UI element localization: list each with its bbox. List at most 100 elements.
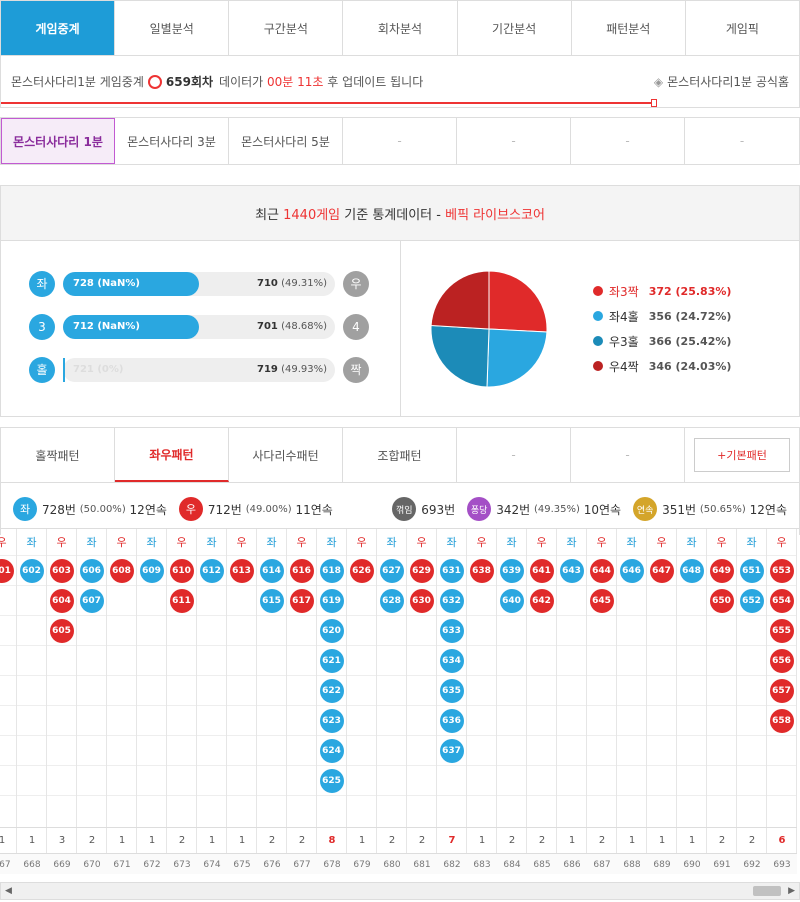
grid-cell <box>227 795 256 825</box>
round-ball: 653 <box>769 558 794 583</box>
grid-cell <box>137 615 166 645</box>
stat-row-left-right: 좌 728 (NaN%) 710 (49.31%) 우 <box>29 269 400 298</box>
tab-game-pick[interactable]: 게임픽 <box>685 1 799 55</box>
pattern-column: 우 616 617 2 677 <box>287 529 317 874</box>
grid-cell <box>287 705 316 735</box>
tab-round-analysis[interactable]: 회차분석 <box>343 1 458 55</box>
grid-cell <box>557 675 586 705</box>
pattern-column: 우 629 630 2 681 <box>407 529 437 874</box>
legend-count: 372 <box>648 284 672 298</box>
column-round-number: 671 <box>107 853 137 874</box>
column-round-number: 691 <box>707 853 737 874</box>
column-round-number: 693 <box>767 853 797 874</box>
pattern-column: 좌 651 652 2 692 <box>737 529 767 874</box>
basic-pattern-button[interactable]: +기본패턴 <box>694 438 790 472</box>
scroll-right-arrow-icon[interactable]: ▶ <box>788 886 795 896</box>
tab-section-analysis[interactable]: 구간분석 <box>229 1 344 55</box>
tab-combo-pattern[interactable]: 조합패턴 <box>343 428 457 482</box>
grid-cell <box>737 765 766 795</box>
column-side-label: 좌 <box>506 536 517 549</box>
tab-pattern-analysis[interactable]: 패턴분석 <box>571 1 686 55</box>
grid-cell <box>17 675 46 705</box>
grid-cell <box>257 615 286 645</box>
column-side-label: 우 <box>0 529 16 555</box>
summary-pongdang: 퐁당 342번 (49.35%) 10연속 <box>467 497 621 521</box>
grid-cell <box>407 645 436 675</box>
legend-item: 좌4홀 356 (24.72%) <box>593 304 731 329</box>
grid-cell <box>767 735 796 765</box>
stat-row-odd-even: 홀 721 (0%) 719 (49.93%) 짝 <box>29 355 400 384</box>
grid-cell <box>0 645 16 675</box>
round-ball: 610 <box>169 558 194 583</box>
ratio-right-value: 719 (49.93%) <box>257 364 327 375</box>
tab-left-right-pattern[interactable]: 좌우패턴 <box>115 428 229 482</box>
grid-cell <box>347 615 376 645</box>
grid-cell <box>647 765 676 795</box>
stats-header-pre: 최근 <box>255 207 279 223</box>
ratio-right-pct: (48.68%) <box>281 320 327 332</box>
grid-cell <box>407 765 436 795</box>
grid-cell <box>0 735 16 765</box>
column-side-label: 좌 <box>746 536 757 549</box>
streak-count: 6 <box>767 827 797 853</box>
summary-yeonsok-count: 351번 <box>662 502 697 517</box>
tab-daily-analysis[interactable]: 일별분석 <box>115 1 230 55</box>
subtab-monster-3min[interactable]: 몬스터사다리 3분 <box>115 118 229 164</box>
grid-cell: 658 <box>767 705 796 735</box>
tab-empty: - <box>571 428 685 482</box>
round-ball: 638 <box>469 558 494 583</box>
tab-ladder-count-pattern[interactable]: 사다리수패턴 <box>229 428 343 482</box>
column-round-number: 668 <box>17 853 47 874</box>
official-home-link[interactable]: ◈ 몬스터사다리1분 공식홈 <box>654 73 789 90</box>
summary-right-count: 712번 <box>207 502 242 517</box>
basic-pattern-wrap: +기본패턴 <box>685 428 799 482</box>
grid-cell <box>467 585 496 615</box>
game-sub-tabs: 몬스터사다리 1분 몬스터사다리 3분 몬스터사다리 5분 - - - - <box>0 117 800 165</box>
grid-cell <box>437 765 466 795</box>
grid-cell <box>467 735 496 765</box>
legend-count: 366 <box>648 334 672 348</box>
column-side-label: 우 <box>656 536 667 549</box>
streak-count: 1 <box>677 827 707 853</box>
round-ball: 605 <box>49 618 74 643</box>
grid-cell <box>647 675 676 705</box>
grid-cell: 609 <box>137 555 166 585</box>
grid-cell: 612 <box>197 555 226 585</box>
grid-cell <box>347 675 376 705</box>
grid-cell: 646 <box>617 555 646 585</box>
streak-count: 1 <box>0 827 17 853</box>
round-ball: 641 <box>529 558 554 583</box>
pattern-column: 좌 609 1 672 <box>137 529 167 874</box>
tab-game-broadcast[interactable]: 게임중계 <box>1 1 116 55</box>
grid-cell <box>467 645 496 675</box>
grid-cell <box>737 705 766 735</box>
grid-cell <box>137 675 166 705</box>
grid-cell <box>137 765 166 795</box>
grid-cell: 655 <box>767 615 796 645</box>
update-notice: 몬스터사다리1분 게임중계 659회차 데이터가 00분 11초 후 업데이트 … <box>0 56 800 108</box>
grid-cell <box>137 735 166 765</box>
subtab-monster-1min[interactable]: 몬스터사다리 1분 <box>1 118 115 164</box>
scroll-left-arrow-icon[interactable]: ◀ <box>5 886 12 896</box>
grid-cell <box>107 795 136 825</box>
clock-icon <box>147 74 162 89</box>
column-round-number: 673 <box>167 853 197 874</box>
streak-count: 1 <box>347 827 377 853</box>
grid-cell <box>287 735 316 765</box>
tab-period-analysis[interactable]: 기간분석 <box>457 1 572 55</box>
pattern-column: 좌 648 1 690 <box>677 529 707 874</box>
summary-right-pct: (49.00%) <box>245 503 292 515</box>
scroll-thumb[interactable] <box>753 886 781 896</box>
subtab-monster-5min[interactable]: 몬스터사다리 5분 <box>229 118 343 164</box>
legend-dot <box>593 286 603 296</box>
yeonsok-icon: 연속 <box>633 497 658 521</box>
tab-odd-even-pattern[interactable]: 홀짝패턴 <box>1 428 115 482</box>
grid-cell <box>197 795 226 825</box>
summary-pongdang-pct: (49.35%) <box>533 503 580 515</box>
grid-cell <box>167 645 196 675</box>
grid-cell <box>587 705 616 735</box>
legend-label: 좌4홀 <box>609 309 639 324</box>
horizontal-scrollbar[interactable]: ◀ ▶ <box>0 882 800 900</box>
grid-cell: 603 <box>47 555 76 585</box>
grid-cell <box>557 795 586 825</box>
